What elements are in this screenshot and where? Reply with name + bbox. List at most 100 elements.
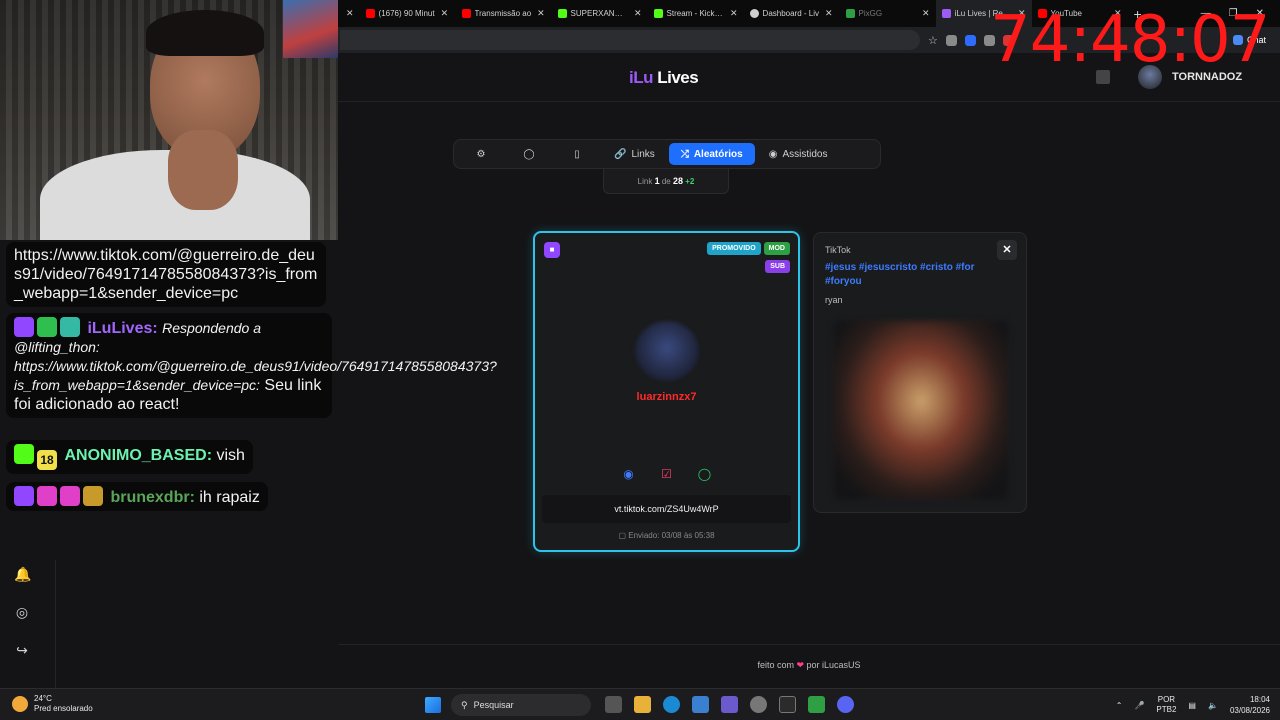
eye-icon[interactable]: ◉: [622, 467, 636, 481]
close-tab-icon[interactable]: ✕: [634, 8, 642, 19]
footer-prefix: feito com: [757, 660, 794, 670]
user-tags: PROMOVIDO MOD SUB: [707, 242, 790, 273]
kick-icon: [653, 9, 663, 18]
close-tab-icon[interactable]: ✕: [441, 8, 449, 19]
preview-author: ryan: [825, 295, 843, 305]
browser-tab[interactable]: PixGG ✕: [840, 0, 936, 27]
star-badge-icon: [60, 486, 80, 506]
vpn-icon[interactable]: [721, 696, 738, 713]
youtube-icon: [365, 9, 375, 18]
close-tab-icon[interactable]: ✕: [922, 8, 930, 19]
browser-tab[interactable]: (1676) 90 Minut ✕: [360, 0, 456, 27]
close-button[interactable]: ✕: [997, 240, 1017, 260]
link-counter: Link 1 de 28 +2: [603, 169, 729, 194]
mod-badge: MOD: [763, 242, 790, 255]
sidebar-icons: 🔔 ◎ ↪: [14, 566, 31, 658]
notion-icon[interactable]: [779, 696, 796, 713]
shield-icon[interactable]: ◯: [698, 467, 712, 481]
browser-tab[interactable]: ✕: [338, 0, 360, 27]
weather-widget[interactable]: 24°C Pred ensolarado: [12, 694, 93, 714]
clock-time: 18:04: [1249, 695, 1270, 704]
tab-settings[interactable]: ⚙: [458, 143, 504, 165]
tab-watched[interactable]: ◉ Assistidos: [757, 143, 840, 165]
photos-icon[interactable]: [692, 696, 709, 713]
chat-message-text: ih rapaiz: [199, 489, 260, 506]
counter-current: 1: [654, 176, 660, 186]
tab-title: Stream - Kick Da: [666, 9, 724, 18]
chevron-up-icon[interactable]: ⌃: [1116, 701, 1123, 710]
microphone-icon[interactable]: 🎤: [1134, 701, 1144, 710]
eye-icon: ◉: [768, 148, 778, 160]
clock[interactable]: 18:04 03/08/2026: [1230, 694, 1270, 716]
tab-title: PixGG: [858, 9, 883, 18]
kick-icon: [557, 9, 567, 18]
streamer-hand: [168, 130, 238, 210]
twitch-badge-icon: [14, 317, 34, 337]
ilu-icon: [941, 9, 951, 18]
task-view-icon[interactable]: [605, 696, 622, 713]
chat-message: 18 ANONIMO_BASED: vish: [6, 440, 253, 474]
app-icon[interactable]: [808, 696, 825, 713]
gem-badge-icon: [37, 486, 57, 506]
volume-icon[interactable]: 🔈: [1208, 701, 1218, 710]
tab-moderation[interactable]: ◯: [506, 143, 552, 165]
video-thumbnail[interactable]: [834, 321, 1008, 499]
sent-timestamp: ▢ Enviado: 03/08 às 05:38: [535, 531, 798, 540]
tab-title: (1676) 90 Minut: [378, 9, 435, 18]
taskbar-search[interactable]: ⚲ Pesquisar: [451, 694, 591, 716]
link-url[interactable]: vt.tiktok.com/ZS4Uw4WrP: [542, 495, 791, 523]
address-bar[interactable]: [340, 30, 920, 50]
system-tray: ⌃ 🎤 POR PTB2 ▤ 🔈 18:04 03/08/2026: [1116, 694, 1270, 716]
extension-icon[interactable]: [945, 34, 957, 46]
checkbox-icon[interactable]: ☑: [660, 467, 674, 481]
site-logo[interactable]: iLu Lives: [629, 68, 699, 88]
sub-badge: SUB: [765, 260, 790, 273]
tab-label: Links: [631, 148, 655, 160]
link-card[interactable]: ■ PROMOVIDO MOD SUB luarzinnzx7 ◉ ☑ ◯ vt…: [533, 231, 800, 552]
obs-icon[interactable]: [750, 696, 767, 713]
file-explorer-icon[interactable]: [634, 696, 651, 713]
extension-icon[interactable]: [964, 34, 976, 46]
chat-message: brunexdbr: ih rapaiz: [6, 482, 268, 511]
nav-tabs: ⚙ ◯ ▯ 🔗 Links ⤮ Aleatórios ◉ Assistidos: [453, 139, 881, 169]
avatar: [635, 321, 699, 381]
logout-icon[interactable]: ↪: [14, 642, 30, 658]
browser-tab[interactable]: Stream - Kick Da ✕: [648, 0, 744, 27]
browser-tab[interactable]: Transmissão ao ✕: [456, 0, 552, 27]
close-tab-icon[interactable]: ✕: [346, 8, 354, 19]
help-icon[interactable]: ◎: [14, 604, 30, 620]
close-tab-icon[interactable]: ✕: [537, 8, 545, 19]
broadcaster-badge-icon: [37, 317, 57, 337]
tab-links[interactable]: 🔗 Links: [602, 143, 667, 165]
lang-top: POR: [1157, 695, 1176, 704]
bookmark-star-icon[interactable]: ☆: [928, 34, 938, 47]
counter-prefix: Link: [637, 177, 653, 186]
browser-tab[interactable]: Dashboard - Liv ✕: [744, 0, 840, 27]
edge-icon[interactable]: [663, 696, 680, 713]
tab-random[interactable]: ⤮ Aleatórios: [668, 143, 755, 165]
chat-message: iLuLives: Respondendo a @lifting_thon: h…: [6, 313, 497, 418]
link-icon: 🔗: [614, 148, 627, 160]
bell-icon[interactable]: 🔔: [14, 566, 31, 582]
bot-badge-icon: [60, 317, 80, 337]
monitor-icon[interactable]: ▤: [1188, 701, 1196, 710]
counter-extra: +2: [685, 177, 695, 186]
discord-icon[interactable]: [837, 696, 854, 713]
preview-hashtags: #jesus #jesuscristo #cristo #for #foryou: [825, 262, 975, 287]
tab-device[interactable]: ▯: [554, 143, 600, 165]
card-actions: ◉ ☑ ◯: [535, 467, 798, 481]
lang-bottom: PTB2: [1156, 705, 1177, 714]
wall-poster: [283, 0, 338, 58]
youtube-icon: [461, 9, 471, 18]
close-tab-icon[interactable]: ✕: [825, 8, 833, 19]
close-tab-icon[interactable]: ✕: [730, 8, 738, 19]
twitch-icon: ■: [544, 242, 560, 258]
windows-start-icon[interactable]: [425, 697, 441, 713]
chat-username: iLuLives:: [87, 320, 158, 337]
sender-username: luarzinnzx7: [636, 391, 697, 403]
tab-label: Assistidos: [782, 148, 828, 160]
webcam-feed: [0, 0, 338, 240]
pixgg-icon: [845, 9, 855, 18]
browser-tab[interactable]: SUPERXANDAO ✕: [552, 0, 648, 27]
language-indicator[interactable]: POR PTB2: [1156, 695, 1176, 715]
